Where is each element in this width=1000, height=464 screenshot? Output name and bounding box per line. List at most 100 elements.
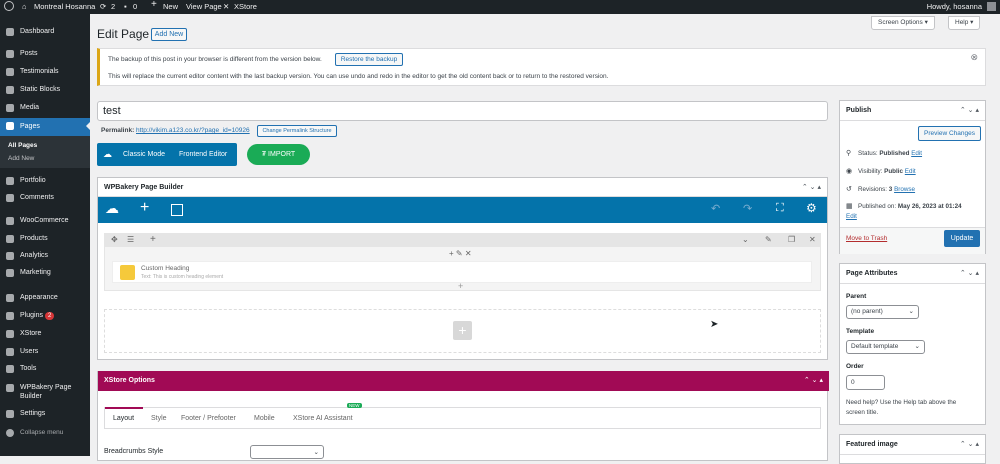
sidebar-item-woocommerce[interactable]: WooCommerce: [0, 213, 90, 229]
submenu-add-new[interactable]: Add New: [8, 155, 34, 162]
custom-heading-icon: [120, 265, 135, 280]
screen-options-button[interactable]: Screen Options ▾: [871, 16, 935, 30]
redo-icon[interactable]: ↷: [743, 202, 752, 215]
published-on-edit-link[interactable]: Edit: [846, 213, 857, 220]
add-to-column-icon[interactable]: +: [458, 281, 463, 291]
brush-icon: [6, 294, 14, 302]
add-new-button[interactable]: Add New: [151, 28, 187, 41]
add-row-icon[interactable]: +: [453, 321, 472, 340]
breadcrumbs-style-select[interactable]: ⌄: [250, 445, 324, 459]
builder-row: ✥ ☰ + ⌄ ✎ ❐ ✕ + ✎ ✕ Custom Heading Text:…: [104, 233, 821, 291]
collapse-menu-button[interactable]: Collapse menu: [0, 425, 90, 441]
howdy-text[interactable]: Howdy, hosanna: [927, 2, 982, 12]
row-add-icon[interactable]: +: [150, 234, 156, 245]
page-attributes-title: Page Attributes: [846, 270, 898, 277]
sidebar-item-appearance[interactable]: Appearance: [0, 290, 90, 306]
avatar[interactable]: [987, 2, 996, 11]
custom-heading-element[interactable]: Custom Heading Text: This is custom head…: [112, 261, 812, 283]
sidebar-item-wpbakery[interactable]: WPBakery Page Builder: [0, 380, 90, 404]
sidebar-item-settings[interactable]: Settings: [0, 406, 90, 422]
sidebar-item-posts[interactable]: Posts: [0, 46, 90, 62]
sidebar-item-media[interactable]: Media: [0, 100, 90, 116]
row-move-icon[interactable]: ✥: [111, 235, 118, 244]
sidebar-item-comments[interactable]: Comments: [0, 190, 90, 206]
wordpress-logo-icon[interactable]: [4, 1, 14, 12]
comments-count[interactable]: 0: [133, 2, 137, 12]
import-button[interactable]: ₮ IMPORT: [247, 144, 310, 165]
builder-mode-bar: ☁ Classic Mode Frontend Editor: [97, 143, 237, 166]
restore-backup-button[interactable]: Restore the backup: [335, 53, 403, 66]
visibility-edit-link[interactable]: Edit: [905, 168, 916, 175]
help-button[interactable]: Help ▾: [948, 16, 981, 30]
sidebar-item-testimonials[interactable]: Testimonials: [0, 64, 90, 80]
plus-icon[interactable]: +: [151, 0, 157, 10]
sidebar-item-plugins[interactable]: Plugins 2: [0, 308, 90, 324]
tab-ai-assistant[interactable]: XStore AI Assistant: [293, 415, 353, 422]
templates-icon[interactable]: [171, 204, 183, 216]
tab-mobile[interactable]: Mobile: [254, 415, 275, 422]
change-permalink-button[interactable]: Change Permalink Structure: [257, 125, 337, 137]
sidebar-item-static-blocks[interactable]: Static Blocks: [0, 82, 90, 98]
publish-arrows-icon[interactable]: ⌃ ⌄ ▴: [960, 101, 979, 121]
sidebar-item-dashboard[interactable]: Dashboard: [0, 24, 90, 40]
tab-style[interactable]: Style: [151, 415, 167, 422]
dismiss-icon[interactable]: ⊗: [970, 52, 978, 63]
row-clone-icon[interactable]: ❐: [788, 235, 795, 244]
publish-panel: Publish ⌃ ⌄ ▴ Preview Changes ⚲ Status: P…: [839, 100, 986, 254]
tab-footer-prefooter[interactable]: Footer / Prefooter: [181, 415, 236, 422]
row-controls: ✥ ☰ + ⌄ ✎ ❐ ✕: [105, 234, 820, 247]
sidebar-item-products[interactable]: Products: [0, 231, 90, 247]
classic-mode-button[interactable]: Classic Mode: [123, 151, 165, 158]
sidebar-item-pages[interactable]: Pages: [0, 118, 90, 136]
parent-select[interactable]: (no parent) ⌄: [846, 305, 919, 319]
sidebar-item-marketing[interactable]: Marketing: [0, 265, 90, 281]
row-layout-icon[interactable]: ☰: [127, 235, 134, 244]
site-name-link[interactable]: Montreal Hosanna: [34, 2, 95, 12]
page-attributes-header: Page Attributes ⌃ ⌄ ▴: [840, 264, 985, 284]
frontend-editor-button[interactable]: Frontend Editor: [179, 151, 227, 158]
browse-revisions-link[interactable]: Browse: [894, 186, 915, 193]
sidebar-item-analytics[interactable]: Analytics: [0, 248, 90, 264]
updates-count[interactable]: 2: [111, 2, 115, 12]
add-row-area[interactable]: +: [104, 309, 821, 353]
sidebar-item-xstore[interactable]: XStore: [0, 326, 90, 342]
row-delete-icon[interactable]: ✕: [809, 235, 816, 244]
status-edit-link[interactable]: Edit: [911, 150, 922, 157]
new-link[interactable]: New: [163, 2, 178, 12]
template-select[interactable]: Default template ⌄: [846, 340, 925, 354]
fullscreen-icon[interactable]: ⛶: [776, 202, 784, 215]
featured-image-panel: Featured image ⌃ ⌄ ▴: [839, 434, 986, 464]
title-input[interactable]: test: [97, 101, 828, 121]
move-to-trash-link[interactable]: Move to Trash: [846, 235, 887, 242]
featured-image-arrows-icon[interactable]: ⌃ ⌄ ▴: [960, 435, 979, 455]
sidebar-item-portfolio[interactable]: Portfolio: [0, 173, 90, 189]
tab-layout[interactable]: Layout: [113, 415, 134, 422]
view-page-link[interactable]: View Page: [186, 2, 222, 12]
submenu-all-pages[interactable]: All Pages: [8, 142, 37, 149]
update-button[interactable]: Update: [944, 230, 980, 247]
permalink-url[interactable]: http://vikim.a123.co.kr/?page_id=10926: [136, 127, 250, 134]
chevron-down-icon: ⌄: [313, 449, 319, 456]
updates-icon[interactable]: ⟳: [100, 2, 106, 12]
sidebar-item-users[interactable]: Users: [0, 344, 90, 360]
preview-changes-button[interactable]: Preview Changes: [918, 126, 981, 141]
page-attributes-arrows-icon[interactable]: ⌃ ⌄ ▴: [960, 264, 979, 284]
order-input[interactable]: 0: [846, 375, 885, 390]
help-text-1: Need help? Use the Help tab above the: [846, 399, 957, 406]
comments-icon[interactable]: ▪: [124, 2, 127, 12]
add-element-icon[interactable]: +: [140, 199, 149, 217]
publish-title: Publish: [846, 107, 872, 114]
xstore-panel-arrows-icon[interactable]: ⌃ ⌄ ▴: [804, 371, 823, 391]
panel-arrows-icon[interactable]: ⌃ ⌄ ▴: [802, 178, 821, 197]
xstore-link[interactable]: XStore: [234, 2, 257, 12]
notice-text-1: The backup of this post in your browser …: [108, 56, 322, 63]
plugins-update-badge: 2: [44, 312, 55, 320]
undo-icon[interactable]: ↶: [711, 202, 720, 215]
column-controls-icon[interactable]: + ✎ ✕: [449, 249, 472, 258]
xstore-logo-icon[interactable]: ✕: [223, 2, 229, 12]
row-toggle-icon[interactable]: ⌄: [742, 235, 749, 244]
sidebar-item-tools[interactable]: Tools: [0, 361, 90, 377]
settings-gear-icon[interactable]: ⚙: [806, 201, 817, 215]
row-edit-icon[interactable]: ✎: [765, 235, 772, 244]
home-icon[interactable]: ⌂: [22, 2, 27, 12]
